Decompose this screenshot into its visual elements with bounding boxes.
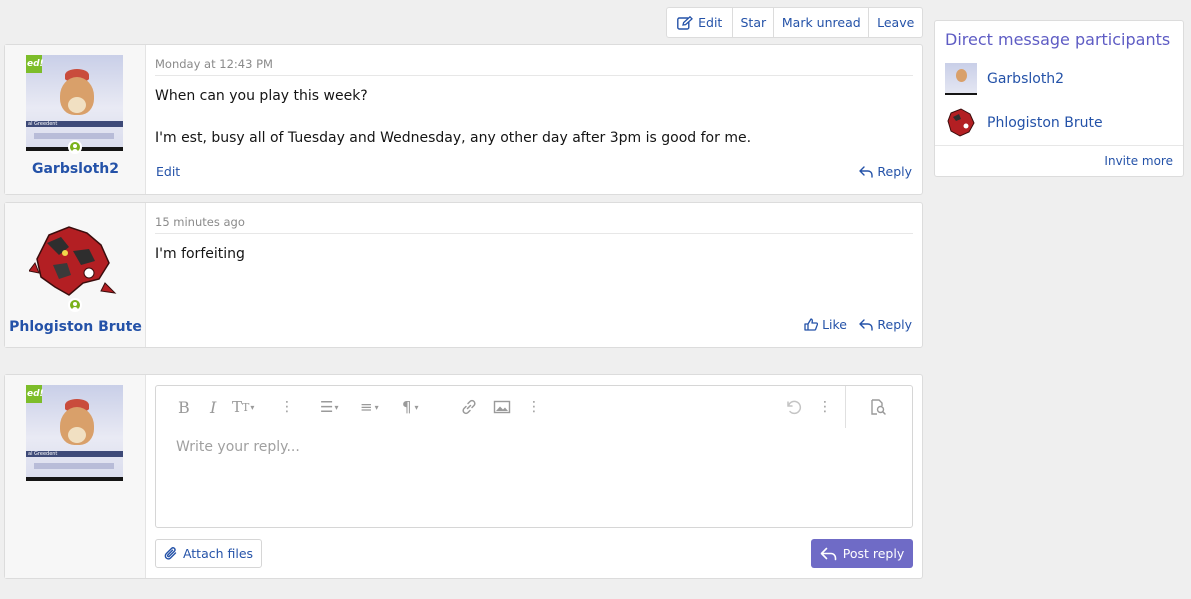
edit-message-link[interactable]: Edit (156, 164, 180, 179)
mark-unread-button[interactable]: Mark unread (774, 8, 870, 37)
undo-icon[interactable] (784, 398, 802, 416)
username[interactable]: Garbsloth2 (5, 161, 146, 177)
thumbs-up-icon (804, 318, 819, 331)
message-timestamp[interactable]: Monday at 12:43 PM (155, 57, 273, 71)
avatar[interactable] (29, 223, 119, 299)
paragraph-icon[interactable]: ¶ ▾ (402, 398, 419, 416)
image-icon[interactable] (493, 398, 511, 416)
username[interactable]: Phlogiston Brute (5, 319, 146, 335)
editor-toolbar: B I T T ▾ ⋮ ☰ ▾ ≡ ▾ ¶ ▾ ⋮ ⋮ (156, 386, 912, 428)
conversation-toolbar: Edit Star Mark unread Leave (666, 7, 923, 38)
leave-button[interactable]: Leave (869, 8, 922, 37)
reply-icon (820, 547, 837, 560)
divider (935, 145, 1183, 146)
message-body: Monday at 12:43 PM When can you play thi… (155, 45, 913, 194)
paperclip-icon (164, 547, 177, 560)
quick-reply-block: ed! al Greedent B I T T ▾ ⋮ ☰ ▾ ≡ ▾ ¶ ▾ ⋮ (4, 374, 923, 579)
invite-more-link[interactable]: Invite more (1104, 154, 1173, 168)
message-user-cell: ed! al Greedent Garbsloth2 (5, 45, 146, 194)
avatar-banner-text: ed! (26, 385, 44, 403)
participants-panel: Direct message participants Garbsloth2 P… (934, 20, 1184, 177)
participant-item[interactable]: Phlogiston Brute (945, 107, 1103, 139)
message-text-line: I'm forfeiting (155, 246, 245, 262)
avatar[interactable]: ed! al Greedent (26, 55, 123, 151)
reply-icon (859, 318, 874, 331)
message-body: 15 minutes ago I'm forfeiting Like Reply (155, 203, 913, 347)
avatar-banner-text: ed! (26, 55, 44, 73)
star-label: Star (740, 15, 767, 30)
like-label: Like (822, 317, 847, 332)
message-user-cell: ed! al Greedent (5, 375, 146, 578)
message-text-line: When can you play this week? (155, 88, 368, 104)
align-icon[interactable]: ≡ ▾ (360, 398, 379, 416)
preview-icon[interactable] (869, 398, 887, 416)
panel-title: Direct message participants (945, 30, 1171, 49)
link-icon[interactable] (460, 398, 478, 416)
reply-input[interactable]: Write your reply... (176, 439, 300, 455)
divider (155, 233, 913, 234)
more-text-options-icon[interactable]: ⋮ (280, 398, 294, 416)
edit-link-label: Edit (156, 164, 181, 179)
reply-editor: B I T T ▾ ⋮ ☰ ▾ ≡ ▾ ¶ ▾ ⋮ ⋮ Write your reply.… (155, 385, 913, 528)
avatar[interactable] (945, 63, 977, 95)
message: Phlogiston Brute 15 minutes ago I'm forf… (4, 202, 923, 348)
more-insert-options-icon[interactable]: ⋮ (527, 398, 541, 416)
avatar[interactable] (945, 107, 977, 139)
avatar-caption-text: al Greedent (26, 451, 123, 457)
message: ed! al Greedent Garbsloth2 Monday at 12:… (4, 44, 923, 195)
attach-files-button[interactable]: Attach files (155, 539, 262, 568)
message-timestamp[interactable]: 15 minutes ago (155, 215, 245, 229)
reply-button[interactable]: Reply (859, 164, 912, 179)
message-text-line: I'm est, busy all of Tuesday and Wednesd… (155, 130, 752, 146)
avatar-caption-text: al Greedent (26, 121, 123, 127)
post-reply-button[interactable]: Post reply (811, 539, 913, 568)
like-button[interactable]: Like (804, 317, 847, 332)
star-button[interactable]: Star (733, 8, 775, 37)
pencil-icon (677, 15, 694, 30)
attach-files-label: Attach files (182, 546, 254, 561)
divider (845, 386, 846, 428)
participant-name[interactable]: Garbsloth2 (987, 71, 1064, 87)
post-reply-label: Post reply (842, 546, 905, 561)
font-size-icon[interactable]: T T ▾ (232, 398, 254, 416)
edit-conversation-button[interactable]: Edit (667, 8, 734, 37)
italic-icon[interactable]: I (210, 398, 216, 417)
online-status-icon (68, 140, 82, 154)
edit-label: Edit (698, 15, 723, 30)
reply-label: Reply (877, 164, 912, 179)
list-icon[interactable]: ☰ ▾ (320, 398, 338, 416)
participant-name[interactable]: Phlogiston Brute (987, 115, 1103, 131)
reply-label: Reply (877, 317, 912, 332)
bold-icon[interactable]: B (178, 398, 190, 417)
divider (155, 75, 913, 76)
participant-item[interactable]: Garbsloth2 (945, 63, 1064, 95)
mark-unread-label: Mark unread (781, 15, 861, 30)
message-user-cell: Phlogiston Brute (5, 203, 146, 347)
online-status-icon (68, 298, 82, 312)
avatar[interactable]: ed! al Greedent (26, 385, 123, 481)
leave-label: Leave (877, 15, 915, 30)
reply-button[interactable]: Reply (859, 317, 912, 332)
reply-icon (859, 165, 874, 178)
more-options-icon[interactable]: ⋮ (818, 398, 832, 416)
